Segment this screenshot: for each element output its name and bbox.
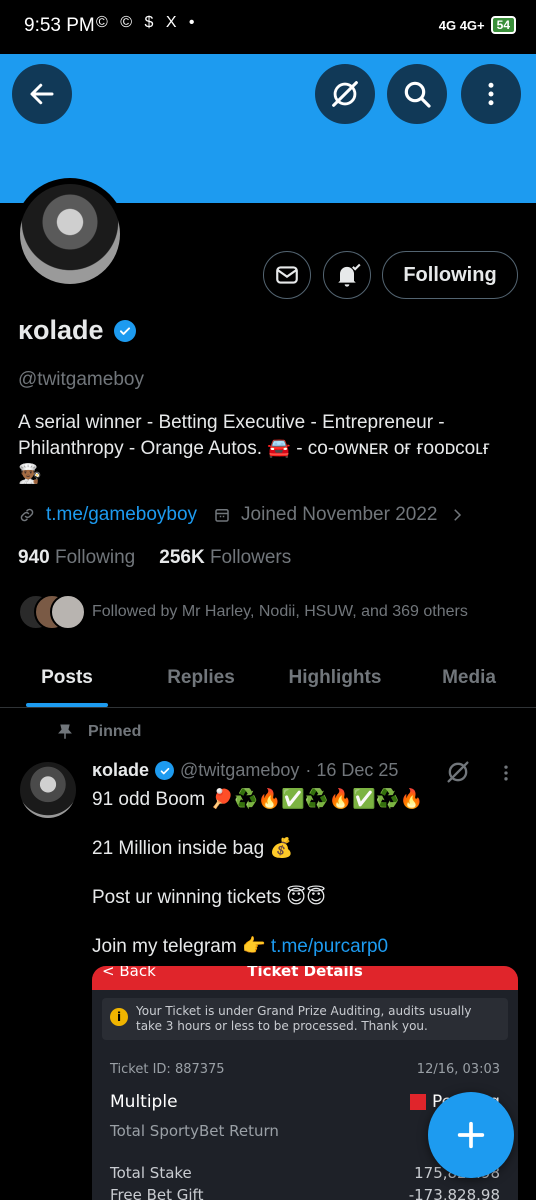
profile-link[interactable]: t.me/gameboyboy xyxy=(46,504,197,526)
avatar xyxy=(50,594,86,630)
profile-handle: @twitgameboy xyxy=(18,369,144,390)
ticket-stake-label: Total Stake xyxy=(110,1164,192,1182)
link-icon xyxy=(20,508,34,522)
following-count-link[interactable]: 940 Following xyxy=(18,547,135,569)
notifications-button[interactable] xyxy=(323,251,371,299)
profile-avatar[interactable] xyxy=(14,178,126,290)
more-button[interactable] xyxy=(461,64,521,124)
ticket-notice-text: Your Ticket is under Grand Prize Auditin… xyxy=(136,1004,472,1033)
post-line: Join my telegram 👉 t.me/purcarp0 xyxy=(92,936,389,957)
post-line: 21 Million inside bag 💰 xyxy=(92,838,294,859)
ticket-id-row: Ticket ID: 887375 12/16, 03:03 xyxy=(110,1062,500,1077)
pin-icon xyxy=(58,724,72,739)
network-indicator: 4G 4G+ xyxy=(438,17,485,33)
followed-by-text: Followed by Mr Harley, Nodii, HSUW, and … xyxy=(92,603,468,620)
follow-counts: 940 Following 256K Followers xyxy=(18,547,291,569)
slashed-circle-icon[interactable] xyxy=(444,758,472,786)
notification-icons: © © $ X • xyxy=(96,14,199,31)
post-author-handle[interactable]: @twitgameboy xyxy=(180,760,299,781)
profile-bio: A serial winner - Betting Executive - En… xyxy=(18,412,490,485)
following-button[interactable]: Following xyxy=(382,251,518,299)
envelope-icon xyxy=(276,266,298,284)
verified-badge-icon xyxy=(113,319,136,342)
pinned-indicator: Pinned xyxy=(56,722,141,742)
ticket-title: Ticket Details xyxy=(247,966,363,980)
profile-tabs: Posts Replies Highlights Media xyxy=(0,648,536,708)
bell-check-icon xyxy=(338,263,361,287)
status-time: 9:53 PM xyxy=(24,15,95,36)
tab-highlights[interactable]: Highlights xyxy=(268,648,402,707)
ticket-gift-label: Free Bet Gift xyxy=(110,1186,204,1200)
back-button[interactable] xyxy=(12,64,72,124)
calendar-icon xyxy=(215,509,229,522)
ticket-id: Ticket ID: 887375 xyxy=(110,1062,225,1077)
ticket-notice: i Your Ticket is under Grand Prize Audit… xyxy=(102,998,508,1040)
search-button[interactable] xyxy=(387,64,447,124)
plus-icon xyxy=(457,1121,485,1149)
post-line: Post ur winning tickets 😇😇 xyxy=(92,887,326,908)
tab-posts[interactable]: Posts xyxy=(0,648,134,707)
battery-icon: 54 xyxy=(490,16,516,34)
followers-count-link[interactable]: 256K Followers xyxy=(159,547,291,569)
more-vertical-icon xyxy=(488,82,494,106)
post-avatar[interactable] xyxy=(20,762,76,818)
grok-button[interactable] xyxy=(315,64,375,124)
slashed-circle-icon xyxy=(332,81,358,107)
info-icon: i xyxy=(110,1008,128,1026)
ticket-gift-row: Free Bet Gift -173,828.98 xyxy=(110,1186,500,1200)
post-header: ĸolade @twitgameboy · 16 Dec 25 xyxy=(92,760,398,781)
status-indicators: 4G 4G+ 54 xyxy=(439,16,516,34)
post-more-icon[interactable] xyxy=(496,762,516,784)
post-body: 91 odd Boom 🏓♻️🔥✅♻️🔥✅♻️🔥 21 Million insi… xyxy=(92,788,512,984)
profile-name: ĸolade xyxy=(18,315,104,345)
status-square-icon xyxy=(410,1094,427,1110)
tab-replies[interactable]: Replies xyxy=(134,648,268,707)
avatar-photo xyxy=(20,184,120,284)
compose-button[interactable] xyxy=(428,1092,514,1178)
ticket-bet-type: Multiple xyxy=(110,1092,178,1112)
profile-meta: t.me/gameboyboy Joined November 2022 xyxy=(18,504,466,526)
ticket-return-label: Total SportyBet Return xyxy=(110,1122,279,1140)
profile-name-row: ĸolade xyxy=(18,315,136,346)
post-line: 91 odd Boom 🏓♻️🔥✅♻️🔥✅♻️🔥 xyxy=(92,789,424,810)
post-date: · 16 Dec 25 xyxy=(305,760,399,780)
telegram-link[interactable]: t.me/purcarp0 xyxy=(271,936,388,957)
chevron-right-icon[interactable] xyxy=(448,506,466,524)
message-button[interactable] xyxy=(263,251,311,299)
search-icon xyxy=(404,81,431,108)
ticket-datetime: 12/16, 03:03 xyxy=(416,1062,500,1077)
verified-badge-icon xyxy=(155,761,175,780)
status-bar: 9:53 PM © © $ X • 4G 4G+ 54 xyxy=(0,0,536,54)
tab-media[interactable]: Media xyxy=(402,648,536,707)
followers-avatars xyxy=(18,594,86,630)
joined-date: Joined November 2022 xyxy=(241,504,438,525)
ticket-header: < Back Ticket Details xyxy=(92,966,518,990)
followed-by[interactable]: Followed by Mr Harley, Nodii, HSUW, and … xyxy=(18,594,468,630)
post-author-name[interactable]: ĸolade xyxy=(92,760,149,781)
ticket-gift-value: -173,828.98 xyxy=(408,1186,500,1200)
pinned-label: Pinned xyxy=(88,723,142,740)
arrow-left-icon xyxy=(30,83,54,105)
